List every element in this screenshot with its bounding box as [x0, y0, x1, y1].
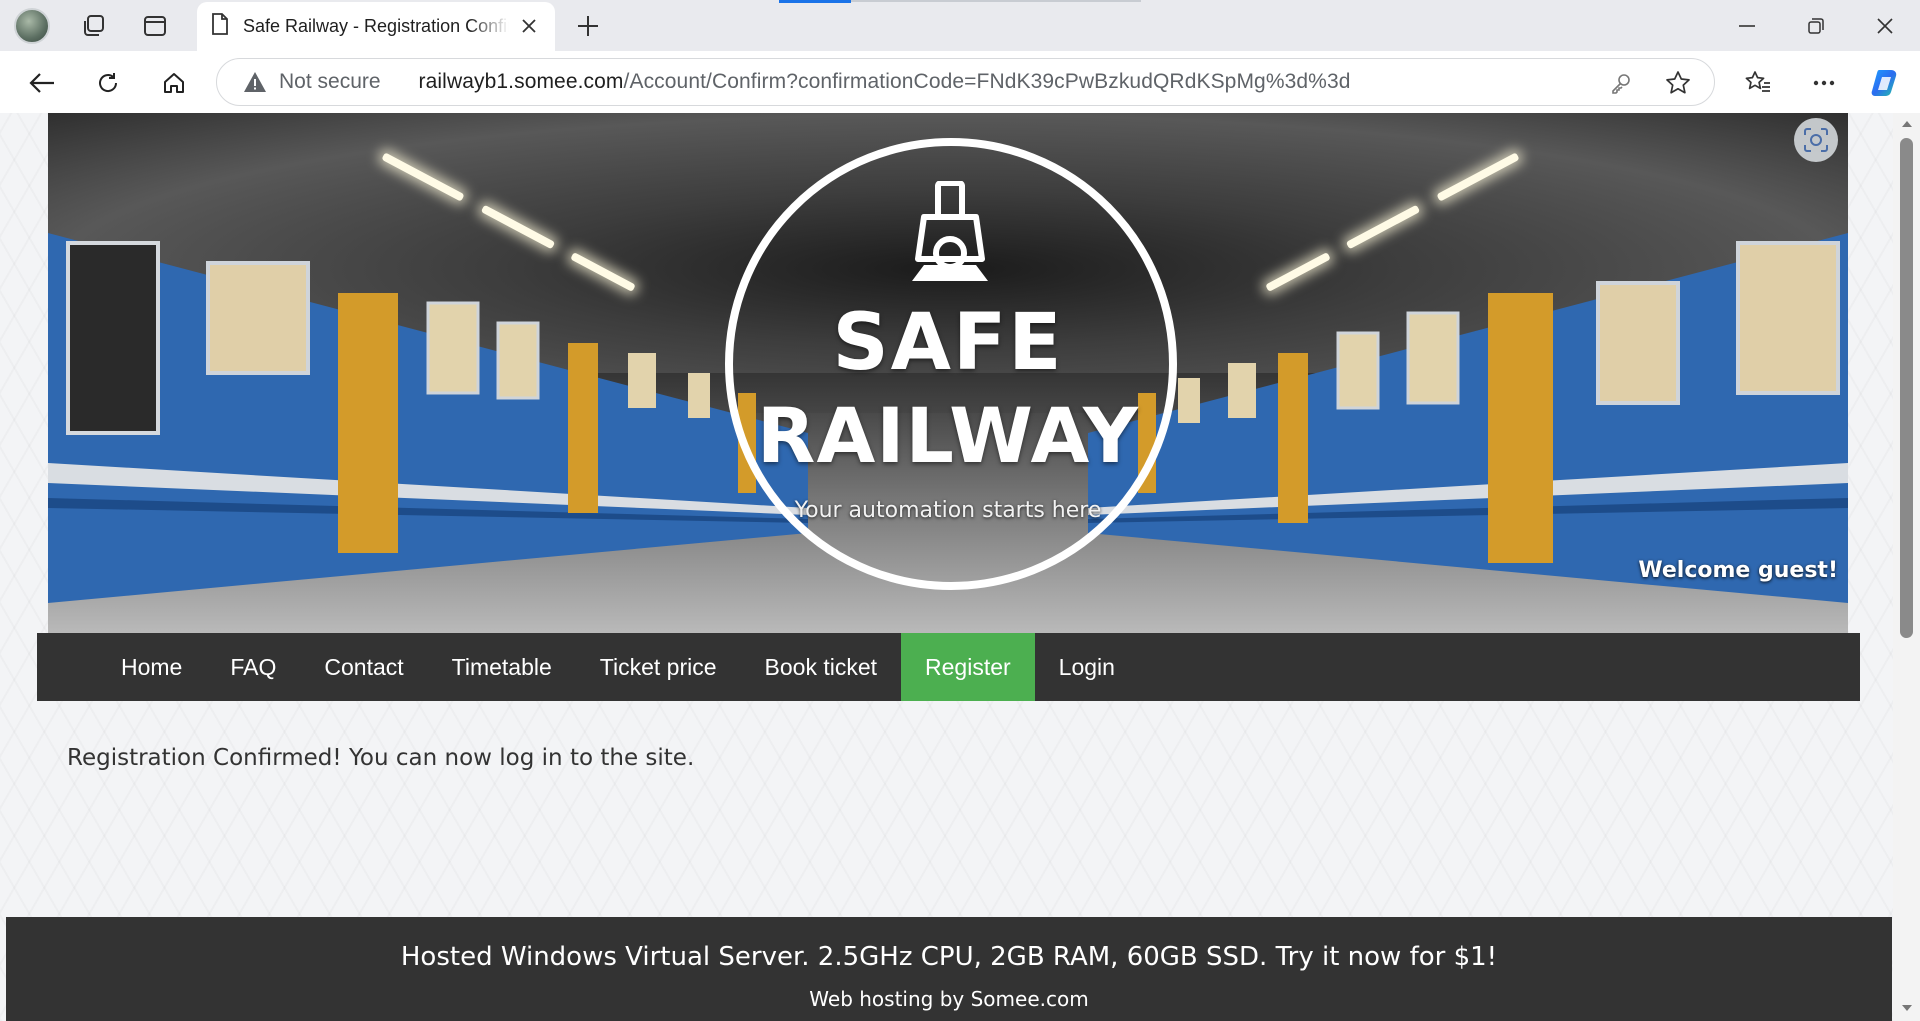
main-menu: Home FAQ Contact Timetable Ticket price … [37, 633, 1860, 701]
confirmation-message: Registration Confirmed! You can now log … [67, 745, 695, 771]
brand-line-2: RAILWAY [756, 391, 1140, 480]
warning-icon[interactable] [243, 71, 267, 93]
not-secure-label[interactable]: Not secure [279, 70, 381, 94]
back-icon[interactable] [22, 63, 62, 103]
minimize-icon[interactable] [1727, 8, 1767, 44]
scroll-down-icon[interactable] [1900, 1001, 1913, 1015]
url-host: railwayb1.somee.com [418, 70, 624, 93]
locomotive-icon [912, 181, 988, 281]
key-icon[interactable] [1607, 69, 1635, 97]
welcome-text: Welcome guest! [1638, 558, 1838, 583]
address-bar[interactable]: Not secure railwayb1.somee.com/Account/C… [216, 58, 1715, 106]
close-window-icon[interactable] [1865, 8, 1905, 44]
workspaces-icon[interactable] [76, 8, 112, 44]
menu-register[interactable]: Register [901, 633, 1035, 701]
tab-title: Safe Railway - Registration Confirmed [243, 16, 509, 36]
page-viewport: SAFE RAILWAY Your automation starts here… [0, 113, 1920, 1021]
active-tab[interactable]: Safe Railway - Registration Confirmed [197, 2, 555, 51]
vertical-scrollbar[interactable] [1893, 113, 1920, 1021]
menu-book-ticket[interactable]: Book ticket [741, 633, 902, 701]
page-icon [211, 13, 229, 40]
visual-search-icon[interactable] [1794, 118, 1838, 162]
brand-tagline: Your automation starts here [794, 498, 1102, 523]
url-text[interactable]: railwayb1.somee.com/Account/Confirm?conf… [419, 70, 1351, 94]
more-icon[interactable] [1804, 63, 1844, 103]
menu-faq[interactable]: FAQ [206, 633, 300, 701]
loading-track [851, 0, 1141, 2]
scroll-thumb[interactable] [1900, 138, 1913, 638]
menu-login[interactable]: Login [1035, 633, 1139, 701]
star-icon[interactable] [1664, 69, 1692, 97]
tab-actions-icon[interactable] [137, 8, 173, 44]
menu-contact[interactable]: Contact [300, 633, 427, 701]
menu-ticket-price[interactable]: Ticket price [576, 633, 741, 701]
scroll-up-icon[interactable] [1900, 117, 1913, 131]
copilot-icon[interactable] [1866, 63, 1906, 103]
refresh-icon[interactable] [88, 63, 128, 103]
browser-toolbar: Not secure railwayb1.somee.com/Account/C… [0, 51, 1920, 113]
page-footer: Hosted Windows Virtual Server. 2.5GHz CP… [6, 917, 1892, 1021]
home-icon[interactable] [154, 63, 194, 103]
loading-indicator [779, 0, 851, 3]
footer-promo-link[interactable]: Hosted Windows Virtual Server. 2.5GHz CP… [6, 942, 1892, 972]
footer-hosting-link[interactable]: Web hosting by Somee.com [6, 987, 1892, 1011]
brand-line-1: SAFE [832, 298, 1064, 388]
menu-home[interactable]: Home [97, 633, 206, 701]
close-icon[interactable] [517, 14, 541, 38]
menu-timetable[interactable]: Timetable [428, 633, 576, 701]
favorites-icon[interactable] [1738, 63, 1778, 103]
profile-avatar[interactable] [14, 8, 50, 44]
url-path: /Account/Confirm?confirmationCode=FNdK39… [623, 70, 1351, 93]
tab-strip: Safe Railway - Registration Confirmed [0, 0, 1920, 51]
restore-icon[interactable] [1796, 8, 1836, 44]
plus-icon[interactable] [570, 8, 606, 44]
header-banner: SAFE RAILWAY Your automation starts here… [48, 113, 1848, 633]
